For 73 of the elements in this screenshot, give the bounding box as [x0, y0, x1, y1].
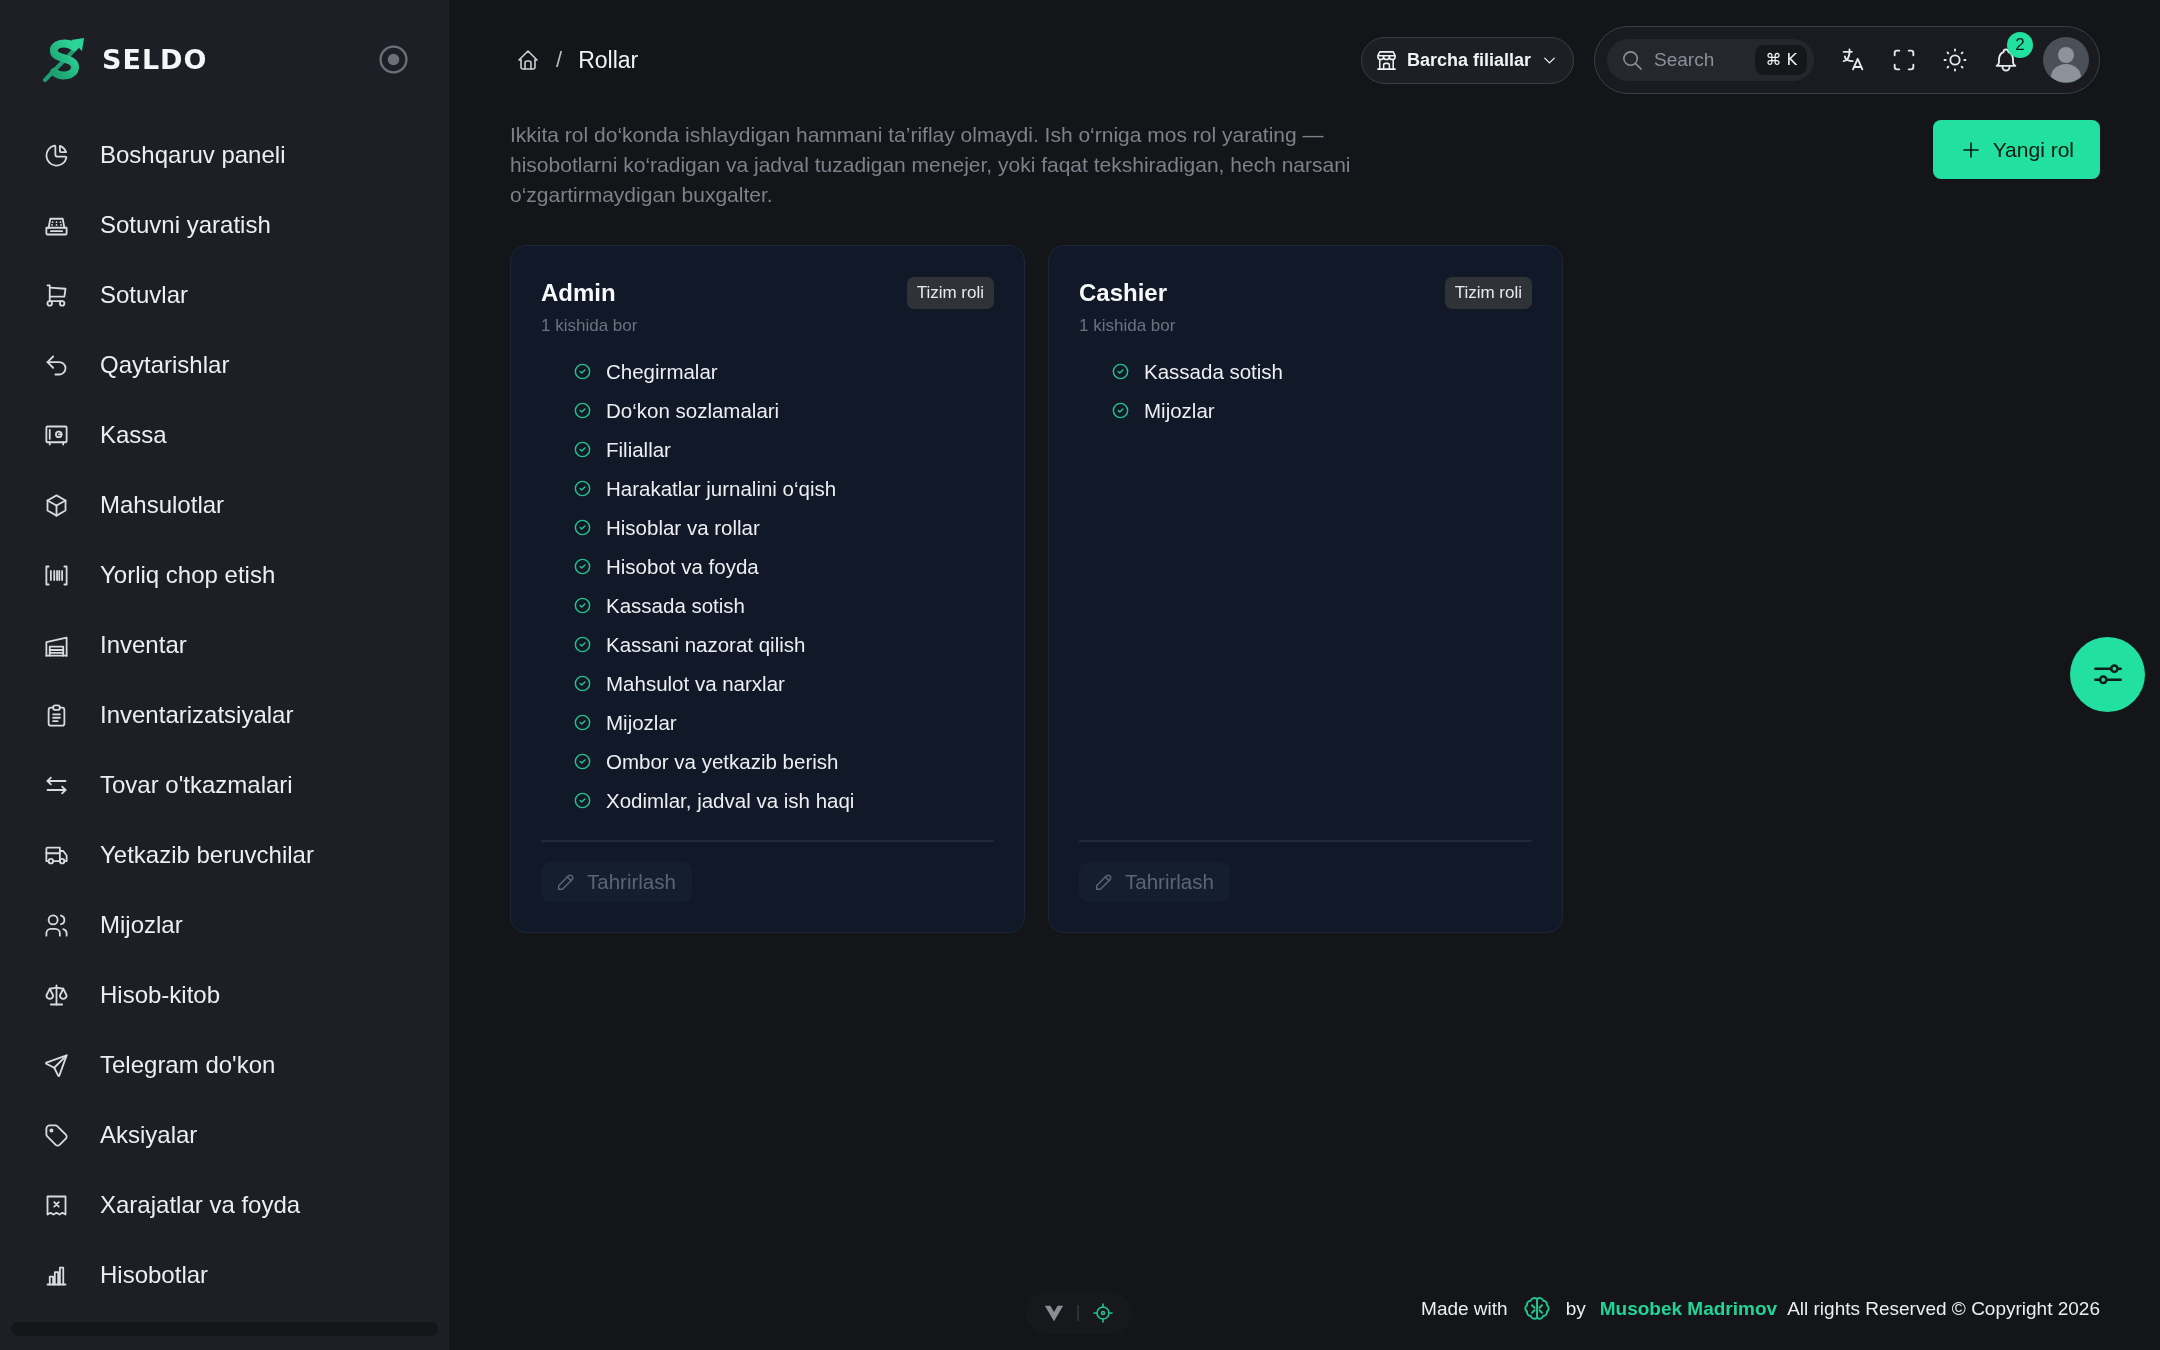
sidebar-item[interactable]: Yorliq chop etish	[0, 540, 449, 610]
sidebar-item[interactable]: Aksiyalar	[0, 1100, 449, 1170]
brand-name: SELDO	[102, 43, 208, 75]
role-name: Admin	[541, 279, 616, 307]
system-role-badge: Tizim roli	[906, 277, 994, 309]
check-circle-icon	[1111, 362, 1130, 381]
notification-badge: 2	[2007, 32, 2033, 58]
new-role-button[interactable]: Yangi rol	[1932, 120, 2100, 179]
sidebar-item[interactable]: Yetkazib beruvchilar	[0, 820, 449, 890]
tag-icon	[43, 1121, 70, 1149]
sidebar-item[interactable]: Sotuvni yaratish	[0, 190, 449, 260]
home-icon[interactable]	[516, 48, 540, 72]
member-count: 1 kishida bor	[541, 315, 639, 337]
footer-text: by	[1565, 1298, 1586, 1320]
system-role-badge: Tizim roli	[1444, 277, 1532, 309]
check-circle-icon	[573, 479, 592, 498]
sidebar-item[interactable]: Xarajatlar va foyda	[0, 1170, 449, 1240]
permission-label: Hisoblar va rollar	[606, 515, 760, 540]
breadcrumb-current: Rollar	[578, 46, 639, 74]
check-circle-icon	[573, 362, 592, 381]
user-avatar[interactable]	[2043, 37, 2089, 83]
sidebar-item[interactable]: Mijozlar	[0, 890, 449, 960]
permission-label: Kassada sotish	[606, 593, 746, 618]
check-circle-icon	[573, 401, 592, 420]
page-description: Ikkita rol do‘konda ishlaydigan hammani ta’riflay olmaydi. Ish o‘rniga mos rol yarating — hisobotlarni ko‘radigan va jadval tuzadigan menejer, yoki faqat tekshiradigan, hech narsani o‘zgartirmaydigan buxgalter.	[510, 122, 1352, 208]
sidebar-item[interactable]: Mahsulotlar	[0, 470, 449, 540]
search-icon	[1621, 49, 1644, 72]
check-circle-icon	[573, 440, 592, 459]
keyboard-shortcut: ⌘ K	[1755, 45, 1807, 75]
sidebar-toggle-icon[interactable]	[378, 43, 409, 75]
permission-label: Harakatlar jurnalini o‘qish	[606, 476, 837, 501]
copyright-text: All rights Reserved © Copyright 2026	[1787, 1298, 2100, 1320]
check-circle-icon	[573, 791, 592, 810]
permission-label: Kassani nazorat qilish	[606, 632, 806, 657]
check-circle-icon	[1111, 401, 1130, 420]
permission-label: Hisobot va foyda	[606, 554, 759, 579]
sidebar-item[interactable]: Sotuvlar	[0, 260, 449, 330]
check-circle-icon	[573, 752, 592, 771]
permission-label: Ombor va yetkazib berish	[606, 749, 839, 774]
sidebar-item[interactable]: Qaytarishlar	[0, 330, 449, 400]
footer-text: Made with	[1421, 1298, 1508, 1320]
sidebar-item[interactable]: Telegram do'kon	[0, 1030, 449, 1100]
breadcrumb-separator: /	[556, 47, 563, 73]
role-name: Cashier	[1079, 279, 1168, 307]
author-link[interactable]: Musobek Madrimov	[1599, 1298, 1778, 1320]
branch-select[interactable]: Barcha filiallar	[1360, 36, 1574, 84]
logo-icon[interactable]	[42, 36, 86, 82]
permission-label: Filiallar	[606, 437, 671, 462]
sidebar-item[interactable]: Inventarizatsiyalar	[0, 680, 449, 750]
check-circle-icon	[573, 674, 592, 693]
permission-label: Mijozlar	[606, 710, 677, 735]
permission-label: Mahsulot va narxlar	[606, 671, 785, 696]
sidebar-item[interactable]: Inventar	[0, 610, 449, 680]
permission-label: Xodimlar, jadval va ish haqi	[606, 788, 855, 813]
paper-plane-icon	[43, 1051, 70, 1079]
sidebar-item[interactable]: Tovar o'tkazmalari	[0, 750, 449, 820]
sidebar-item[interactable]: Hisobotlar	[0, 1240, 449, 1310]
permission-label: Do‘kon sozlamalari	[606, 398, 780, 423]
check-circle-icon	[573, 713, 592, 732]
sidebar-item[interactable]: Hisob-kitob	[0, 960, 449, 1030]
sidebar-item[interactable]: Boshqaruv paneli	[0, 120, 449, 190]
check-circle-icon	[573, 557, 592, 576]
crosshair-icon[interactable]	[1090, 1301, 1115, 1325]
permission-label: Chegirmalar	[606, 359, 718, 384]
store-icon	[1374, 48, 1398, 72]
member-count: 1 kishida bor	[1079, 315, 1177, 337]
sidebar-item[interactable]: Kassa	[0, 400, 449, 470]
permission-label: Kassada sotish	[1144, 359, 1284, 384]
check-circle-icon	[573, 596, 592, 615]
permission-label: Mijozlar	[1144, 398, 1215, 423]
sun-icon[interactable]	[1941, 46, 1969, 74]
check-circle-icon	[573, 518, 592, 537]
check-circle-icon	[573, 635, 592, 654]
